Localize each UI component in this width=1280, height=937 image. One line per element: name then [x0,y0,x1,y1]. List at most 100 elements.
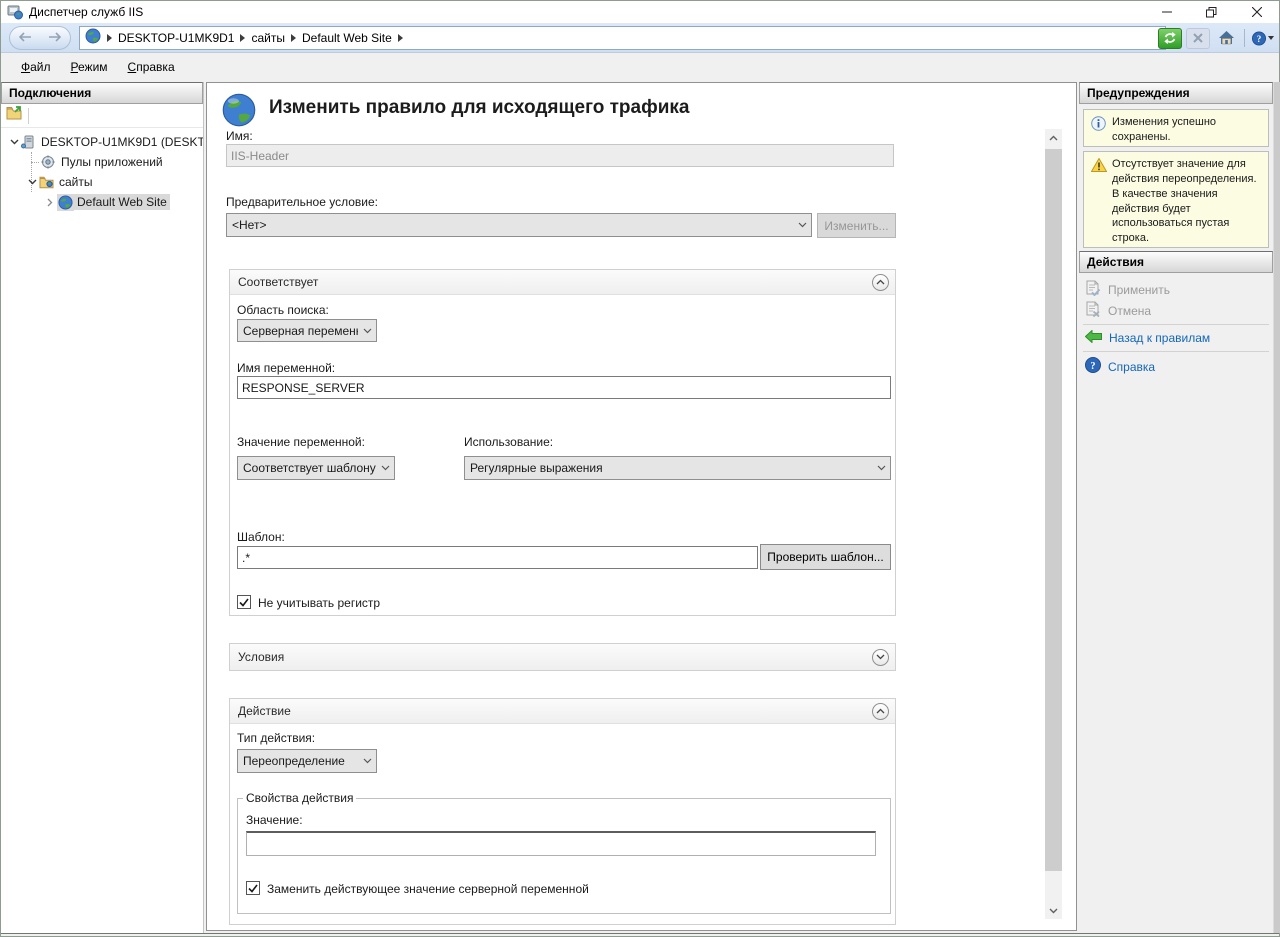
action-value-label: Значение: [246,813,303,827]
connections-toolbar [1,104,203,128]
breadcrumb-separator-icon [240,34,245,42]
connections-panel: Подключения DESKTOP-U1MK9D1 (DESKTOP Пул… [1,82,204,933]
edit-precondition-button[interactable]: Изменить... [817,213,896,238]
cancel-action[interactable]: Отмена [1085,301,1151,320]
replace-value-label: Заменить действующее значение серверной … [267,882,589,896]
help-button[interactable]: ? [1251,28,1275,49]
ignore-case-checkbox[interactable] [237,595,251,609]
menu-help[interactable]: Справка [118,56,185,78]
action-type-label: Тип действия: [237,731,315,745]
chevron-down-icon [376,465,394,471]
globe-icon [85,28,101,49]
pattern-label: Шаблон: [237,530,285,544]
connections-tree: DESKTOP-U1MK9D1 (DESKTOP Пулы приложений… [1,132,203,212]
chevron-down-icon [358,328,376,334]
chevron-down-icon[interactable] [7,139,21,145]
tree-item-app-pools[interactable]: Пулы приложений [1,152,203,172]
edit-outbound-rule-page: Изменить правило для исходящего трафика … [206,82,1077,931]
page-title: Изменить правило для исходящего трафика [269,97,689,119]
actions-divider [1083,351,1269,352]
using-select[interactable]: Регулярные выражения [464,456,891,480]
info-icon [1091,116,1106,136]
tree-item-server[interactable]: DESKTOP-U1MK9D1 (DESKTOP [1,132,203,152]
alert-text: Изменения успешно сохранены. [1112,116,1216,143]
chevron-down-icon [872,465,890,471]
action-section: Действие Тип действия: Переопределение С… [229,698,896,925]
iis-manager-window: Диспетчер служб IIS DESKTOP-U1MK9D1 сайт… [0,0,1280,937]
variable-value-select[interactable]: Соответствует шаблону [237,456,395,480]
tree-item-label: сайты [56,174,96,190]
minimize-button[interactable] [1144,1,1189,23]
document-x-icon [1085,301,1101,320]
expand-section-icon[interactable] [872,649,889,666]
home-button[interactable] [1214,28,1238,49]
match-section: Соответствует Область поиска: Серверная … [229,269,896,616]
stop-button[interactable] [1186,28,1210,49]
document-check-icon [1085,280,1101,299]
name-label: Имя: [226,129,253,143]
restore-button[interactable] [1189,1,1234,23]
variable-value-label: Значение переменной: [237,435,365,449]
scroll-down-button[interactable] [1045,902,1062,919]
action-section-header[interactable]: Действие [230,699,895,724]
action-properties-group: Свойства действия Значение: Заменить дей… [237,791,891,914]
help-action[interactable]: ? Справка [1085,357,1155,376]
window-bottom-edge [1,933,1279,934]
connections-header: Подключения [1,82,203,104]
toolbar-divider [1244,29,1245,47]
name-input[interactable] [226,144,894,167]
application-pools-icon [41,155,58,169]
scroll-up-button[interactable] [1045,129,1062,146]
warnings-header: Предупреждения [1079,82,1273,104]
test-pattern-button[interactable]: Проверить шаблон... [760,544,891,570]
tree-item-label: DESKTOP-U1MK9D1 (DESKTOP [38,134,203,150]
content-scrollbar[interactable] [1045,129,1062,919]
back-button[interactable] [18,29,32,47]
precondition-select[interactable]: <Нет> [226,213,812,237]
app-icon [7,4,23,20]
action-properties-header: Свойства действия [243,791,356,805]
close-button[interactable] [1234,1,1279,23]
apply-action[interactable]: Применить [1085,280,1170,299]
save-connections-icon[interactable] [6,106,22,125]
server-icon [21,135,38,149]
breadcrumb-sites[interactable]: сайты [251,31,285,45]
scrollbar-thumb[interactable] [1045,149,1062,871]
window-title: Диспетчер служб IIS [29,1,143,23]
refresh-button[interactable] [1158,28,1182,49]
help-circle-icon: ? [1085,357,1101,376]
warning-alert: Отсутствует значение для действия переоп… [1083,151,1269,248]
title-bar: Диспетчер служб IIS [1,1,1279,23]
scope-select[interactable]: Серверная переменн [237,319,377,342]
menu-file[interactable]: Файл [11,56,61,78]
toolbar-divider [28,108,29,124]
breadcrumb-separator-icon [291,34,296,42]
actions-panel: Предупреждения Изменения успешно сохране… [1079,82,1280,933]
action-value-input[interactable] [246,831,876,856]
tree-item-default-web-site[interactable]: Default Web Site [1,192,203,212]
variable-name-input[interactable] [237,376,891,399]
chevron-right-icon[interactable] [43,198,57,207]
actions-divider [1083,324,1269,325]
collapse-section-icon[interactable] [872,703,889,720]
chevron-down-icon[interactable] [25,179,39,185]
breadcrumb: DESKTOP-U1MK9D1 сайты Default Web Site [79,26,1166,50]
action-type-select[interactable]: Переопределение [237,749,377,773]
tree-item-label: Default Web Site [74,194,170,210]
menu-bar: Файл Режим Справка [1,53,1279,80]
alert-text: Отсутствует значение для действия переоп… [1112,158,1257,244]
breadcrumb-default-web-site[interactable]: Default Web Site [302,31,392,45]
conditions-section: Условия [229,643,896,671]
collapse-section-icon[interactable] [872,274,889,291]
match-section-header[interactable]: Соответствует [230,270,895,295]
replace-value-checkbox[interactable] [246,881,260,895]
menu-view[interactable]: Режим [61,56,118,78]
tree-item-sites[interactable]: сайты [1,172,203,192]
breadcrumb-server[interactable]: DESKTOP-U1MK9D1 [118,31,234,45]
pattern-input[interactable] [237,546,758,569]
conditions-section-header[interactable]: Условия [230,644,895,670]
forward-button[interactable] [48,29,62,47]
navigation-buttons [9,26,71,50]
panel-scroll-track[interactable] [1273,82,1280,933]
back-to-rules-action[interactable]: Назад к правилам [1085,330,1210,346]
